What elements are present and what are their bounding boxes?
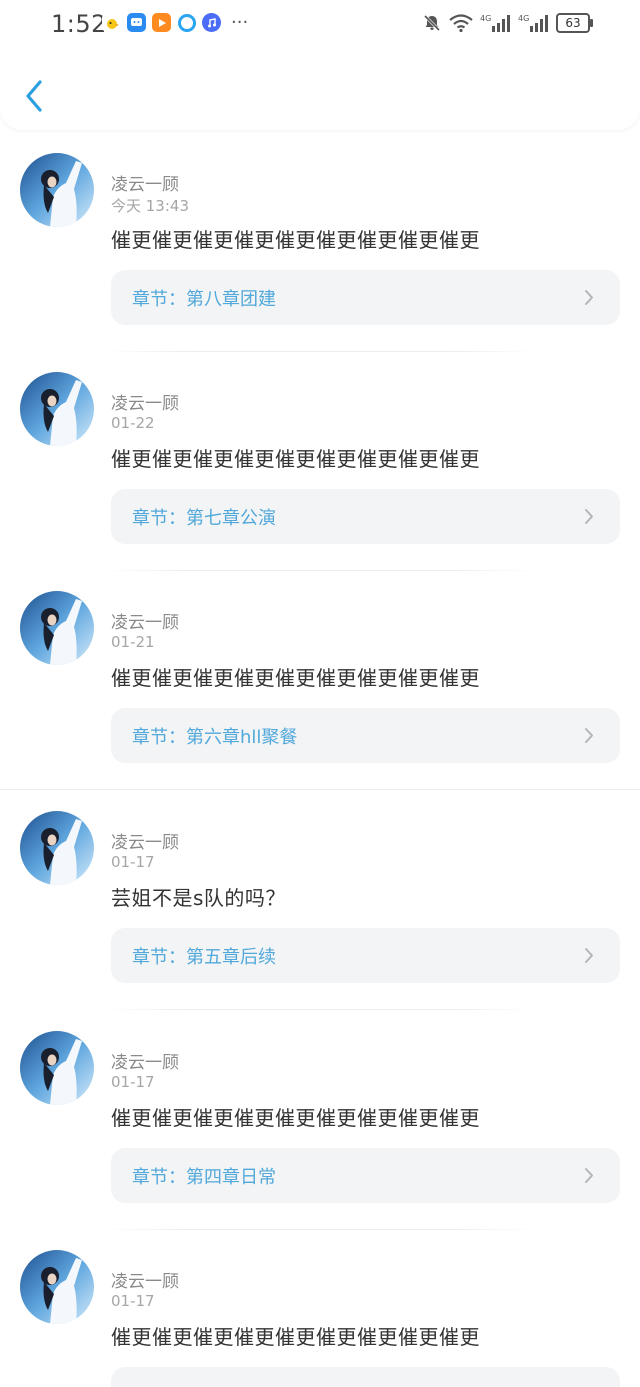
divider <box>105 1009 535 1010</box>
chevron-right-icon <box>585 728 593 743</box>
signal-icon: 4G <box>480 14 510 32</box>
status-indicators: 4G 4G 63 <box>422 13 593 33</box>
music-app-icon <box>202 13 221 32</box>
avatar[interactable] <box>20 1031 94 1105</box>
wifi-icon <box>449 14 473 33</box>
comment-username[interactable]: 凌云一顾 <box>111 389 179 414</box>
comment-text: 催更催更催更催更催更催更催更催更催更 <box>111 447 480 471</box>
avatar[interactable] <box>20 372 94 446</box>
comment-date: 01-22 <box>111 414 155 432</box>
comment-date: 今天 13:43 <box>111 197 189 215</box>
avatar[interactable] <box>20 811 94 885</box>
comment-date: 01-17 <box>111 853 155 871</box>
back-arrow-icon <box>26 80 42 112</box>
video-app-icon <box>152 13 171 32</box>
avatar[interactable] <box>20 1250 94 1324</box>
chapter-link-card[interactable] <box>111 1367 620 1387</box>
status-time: 1:52 <box>51 10 107 38</box>
comment-text: 催更催更催更催更催更催更催更催更催更 <box>111 1325 480 1349</box>
comment-item: 凌云一顾 01-17 催更催更催更催更催更催更催更催更催更 章节：第四章日常 <box>0 1011 640 1230</box>
comment-text: 催更催更催更催更催更催更催更催更催更 <box>111 666 480 690</box>
back-button[interactable] <box>20 76 50 116</box>
chicken-app-icon <box>102 13 121 32</box>
avatar[interactable] <box>20 591 94 665</box>
svg-text:4G: 4G <box>518 14 529 23</box>
chapter-link-card[interactable]: 章节：第七章公演 <box>111 489 620 544</box>
chapter-label: 章节：第八章团建 <box>132 289 276 310</box>
comment-text: 催更催更催更催更催更催更催更催更催更 <box>111 1106 480 1130</box>
comment-username[interactable]: 凌云一顾 <box>111 170 179 195</box>
battery-indicator: 63 <box>556 13 593 33</box>
divider <box>0 789 640 790</box>
comment-date: 01-17 <box>111 1073 155 1091</box>
message-app-icon <box>127 13 146 32</box>
signal-icon: 4G <box>518 14 548 32</box>
chevron-right-icon <box>585 948 593 963</box>
comment-date: 01-17 <box>111 1292 155 1310</box>
comment-item: 凌云一顾 01-17 芸姐不是s队的吗？ 章节：第五章后续 <box>0 791 640 1010</box>
comment-text: 芸姐不是s队的吗？ <box>111 886 286 910</box>
chapter-label: 章节：第四章日常 <box>132 1167 276 1188</box>
chevron-right-icon <box>585 1168 593 1183</box>
comment-text: 催更催更催更催更催更催更催更催更催更 <box>111 228 480 252</box>
comment-item: 凌云一顾 今天 13:43 催更催更催更催更催更催更催更催更催更 章节：第八章团… <box>0 133 640 352</box>
status-bar: 1:52 ··· 4G 4G 63 <box>0 0 640 50</box>
comment-username[interactable]: 凌云一顾 <box>111 1267 179 1292</box>
notification-icons: ··· <box>102 13 248 32</box>
chevron-right-icon <box>585 290 593 305</box>
svg-text:4G: 4G <box>480 14 491 23</box>
comment-username[interactable]: 凌云一顾 <box>111 828 179 853</box>
comment-item: 凌云一顾 01-22 催更催更催更催更催更催更催更催更催更 章节：第七章公演 <box>0 352 640 571</box>
comment-item: 凌云一顾 01-21 催更催更催更催更催更催更催更催更催更 章节：第六章hll聚… <box>0 571 640 790</box>
chapter-link-card[interactable]: 章节：第八章团建 <box>111 270 620 325</box>
chapter-link-card[interactable]: 章节：第六章hll聚餐 <box>111 708 620 763</box>
browser-app-icon <box>177 13 196 32</box>
comment-date: 01-21 <box>111 633 155 651</box>
chapter-link-card[interactable]: 章节：第五章后续 <box>111 928 620 983</box>
avatar[interactable] <box>20 153 94 227</box>
top-area: 1:52 ··· 4G 4G 63 <box>0 0 640 130</box>
comment-username[interactable]: 凌云一顾 <box>111 1048 179 1073</box>
chevron-right-icon <box>585 509 593 524</box>
mute-icon <box>423 14 441 32</box>
more-notifications-icon: ··· <box>231 12 249 33</box>
comment-username[interactable]: 凌云一顾 <box>111 608 179 633</box>
comment-item: 凌云一顾 01-17 催更催更催更催更催更催更催更催更催更 <box>0 1230 640 1387</box>
chapter-label: 章节：第五章后续 <box>132 947 276 968</box>
chapter-label: 章节：第七章公演 <box>132 508 276 529</box>
chapter-link-card[interactable]: 章节：第四章日常 <box>111 1148 620 1203</box>
chapter-label: 章节：第六章hll聚餐 <box>132 727 298 748</box>
